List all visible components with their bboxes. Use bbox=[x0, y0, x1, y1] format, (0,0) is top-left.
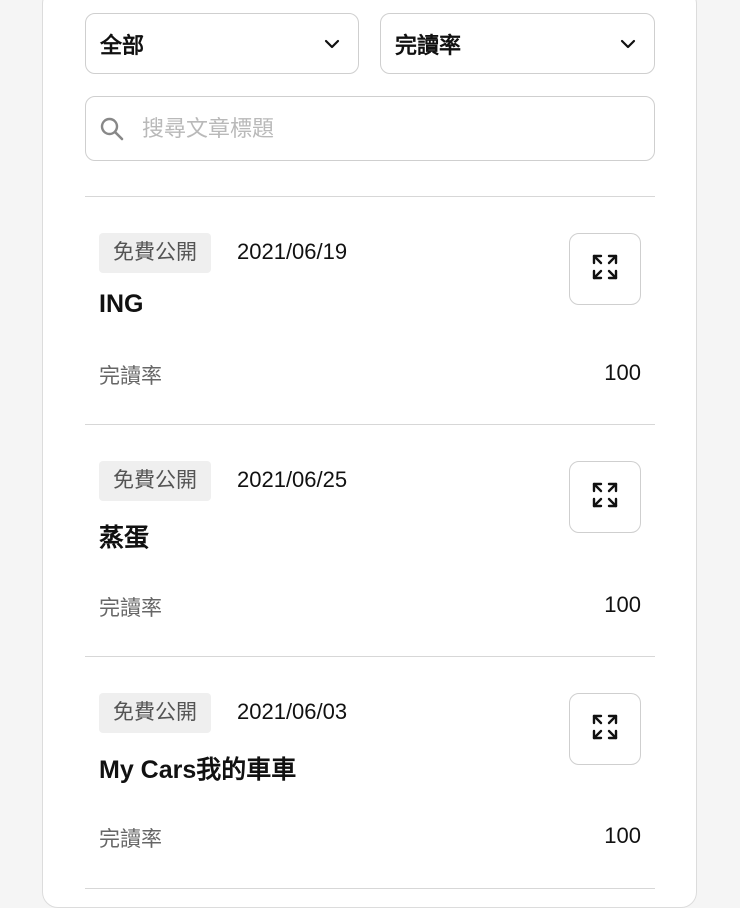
expand-icon bbox=[591, 713, 619, 746]
article-date: 2021/06/25 bbox=[237, 467, 348, 492]
article-date: 2021/06/19 bbox=[237, 239, 348, 264]
chevron-down-icon bbox=[324, 36, 340, 52]
visibility-badge: 免費公開 bbox=[99, 233, 211, 273]
filter-bar: 全部 完讀率 bbox=[85, 13, 655, 74]
completion-rate-value: 100 bbox=[604, 592, 641, 617]
article-card: 免費公開 2021/06/19 ING 完讀率 100 bbox=[85, 197, 655, 428]
completion-rate-value: 100 bbox=[604, 823, 641, 848]
article-title: 蒸蛋 bbox=[99, 524, 150, 552]
expand-button[interactable] bbox=[569, 461, 641, 533]
completion-rate-value: 100 bbox=[604, 360, 641, 385]
category-select[interactable]: 全部 bbox=[85, 13, 359, 74]
visibility-badge: 免費公開 bbox=[99, 461, 211, 501]
article-card: 免費公開 2021/06/03 My Cars我的車車 完讀率 100 bbox=[85, 657, 655, 888]
expand-icon bbox=[591, 481, 619, 514]
article-card: 免費公開 2021/06/25 蒸蛋 完讀率 100 bbox=[85, 425, 655, 656]
expand-icon bbox=[591, 253, 619, 286]
divider bbox=[85, 888, 655, 889]
chevron-down-icon bbox=[620, 36, 636, 52]
completion-rate-label: 完讀率 bbox=[99, 365, 162, 388]
category-select-value: 全部 bbox=[100, 32, 145, 58]
completion-rate-label: 完讀率 bbox=[99, 828, 162, 851]
sort-select[interactable]: 完讀率 bbox=[380, 13, 655, 74]
completion-rate-label: 完讀率 bbox=[99, 597, 162, 620]
expand-button[interactable] bbox=[569, 233, 641, 305]
sort-select-value: 完讀率 bbox=[395, 32, 462, 58]
search-box bbox=[85, 96, 655, 161]
article-date: 2021/06/03 bbox=[237, 699, 348, 724]
expand-button[interactable] bbox=[569, 693, 641, 765]
article-title: My Cars我的車車 bbox=[99, 756, 297, 784]
search-input[interactable] bbox=[140, 114, 654, 143]
article-title: ING bbox=[99, 290, 144, 318]
visibility-badge: 免費公開 bbox=[99, 693, 211, 733]
search-icon bbox=[98, 115, 126, 143]
